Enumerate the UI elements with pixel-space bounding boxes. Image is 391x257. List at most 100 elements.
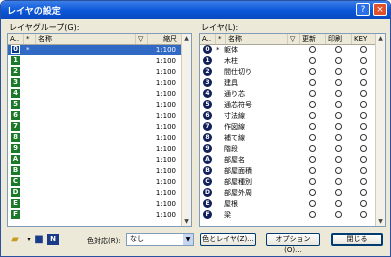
layer-row[interactable]: B 部屋面積	[200, 166, 376, 176]
key-radio[interactable]	[360, 200, 367, 207]
col-index[interactable]: A..	[8, 34, 24, 44]
print-radio[interactable]	[335, 112, 342, 119]
options-button[interactable]: オプション(O)...	[266, 233, 320, 254]
layer-group-row[interactable]: 0 * 1:100	[8, 45, 182, 55]
update-radio[interactable]	[309, 178, 316, 185]
layer-row[interactable]: 6 寸法線	[200, 111, 376, 121]
update-radio[interactable]	[309, 123, 316, 130]
layer-name[interactable]: 間仕切り	[224, 67, 252, 77]
update-radio[interactable]	[309, 101, 316, 108]
col-index[interactable]: A..	[200, 34, 216, 44]
scale-value[interactable]: 1:100	[156, 188, 176, 198]
layer-group-row[interactable]: 7 1:100	[8, 122, 182, 132]
layer-group-row[interactable]: 2 1:100	[8, 67, 182, 77]
scale-value[interactable]: 1:100	[156, 133, 176, 143]
layer-group-row[interactable]: B 1:100	[8, 166, 182, 176]
key-radio[interactable]	[360, 46, 367, 53]
chevron-down-icon[interactable]: ▼	[183, 234, 193, 245]
col-name[interactable]: 名称	[36, 34, 136, 44]
layer-row[interactable]: D 部屋外周	[200, 188, 376, 198]
scale-value[interactable]: 1:100	[156, 45, 176, 55]
update-radio[interactable]	[309, 79, 316, 86]
scale-value[interactable]: 1:100	[156, 210, 176, 220]
layer-group-row[interactable]: 3 1:100	[8, 78, 182, 88]
layer-group-row[interactable]: 9 1:100	[8, 144, 182, 154]
layer-group-row[interactable]: 1 1:100	[8, 56, 182, 66]
update-radio[interactable]	[309, 112, 316, 119]
right-scrollbar[interactable]: ▲ ▼	[375, 34, 385, 226]
layer-row[interactable]: 7 作図線	[200, 122, 376, 132]
layer-list[interactable]: A.. * 名称 ▽ 更新 印刷 KEY 0 * 躯体 1 木柱 2 間仕切り 3 建具 4 通り芯…	[199, 33, 386, 227]
scale-value[interactable]: 1:100	[156, 199, 176, 209]
layer-name[interactable]: 木柱	[224, 56, 238, 66]
layer-group-row[interactable]: 8 1:100	[8, 133, 182, 143]
title-bar[interactable]: レイヤの設定 ? ×	[1, 1, 390, 19]
key-radio[interactable]	[360, 68, 367, 75]
col-star[interactable]: *	[216, 34, 226, 44]
print-radio[interactable]	[335, 156, 342, 163]
print-radio[interactable]	[335, 79, 342, 86]
update-radio[interactable]	[309, 46, 316, 53]
scroll-down-icon[interactable]: ▼	[182, 217, 191, 226]
layer-group-row[interactable]: 4 1:100	[8, 89, 182, 99]
color-mapping-select[interactable]: なし ▼	[126, 233, 194, 246]
help-button[interactable]: ?	[356, 3, 370, 16]
layer-name[interactable]: 作図線	[224, 122, 245, 132]
close-window-button[interactable]: ×	[373, 3, 387, 16]
open-folder-icon[interactable]: ▰	[9, 234, 21, 245]
print-radio[interactable]	[335, 90, 342, 97]
print-radio[interactable]	[335, 68, 342, 75]
key-radio[interactable]	[360, 178, 367, 185]
key-radio[interactable]	[360, 123, 367, 130]
key-radio[interactable]	[360, 90, 367, 97]
print-radio[interactable]	[335, 101, 342, 108]
col-star[interactable]: *	[24, 34, 36, 44]
scale-value[interactable]: 1:100	[156, 78, 176, 88]
scale-value[interactable]: 1:100	[156, 155, 176, 165]
layer-group-row[interactable]: A 1:100	[8, 155, 182, 165]
layer-row[interactable]: F梁	[200, 210, 376, 220]
print-radio[interactable]	[335, 57, 342, 64]
update-radio[interactable]	[309, 68, 316, 75]
layer-name[interactable]: 建具	[224, 78, 238, 88]
layer-row[interactable]: 1 木柱	[200, 56, 376, 66]
layer-row[interactable]: 9 階段	[200, 144, 376, 154]
scroll-up-icon[interactable]: ▲	[376, 34, 385, 43]
save-icon[interactable]: ■	[33, 234, 45, 245]
layer-row[interactable]: A 部屋名	[200, 155, 376, 165]
key-radio[interactable]	[360, 189, 367, 196]
left-scrollbar[interactable]: ▲ ▼	[181, 34, 191, 226]
key-radio[interactable]	[360, 156, 367, 163]
layer-group-row[interactable]: C 1:100	[8, 177, 182, 187]
scale-value[interactable]: 1:100	[156, 67, 176, 77]
print-radio[interactable]	[335, 134, 342, 141]
update-radio[interactable]	[309, 167, 316, 174]
layer-row[interactable]: 2 間仕切り	[200, 67, 376, 77]
layer-group-row[interactable]: E 1:100	[8, 199, 182, 209]
col-sort[interactable]: ▽	[288, 34, 300, 44]
layer-row[interactable]: 5 通芯符号	[200, 100, 376, 110]
layer-name[interactable]: 梁	[224, 210, 231, 220]
key-radio[interactable]	[360, 145, 367, 152]
update-radio[interactable]	[309, 90, 316, 97]
key-radio[interactable]	[360, 101, 367, 108]
update-radio[interactable]	[309, 145, 316, 152]
layer-row[interactable]: 4 通り芯	[200, 89, 376, 99]
layer-name[interactable]: 部屋面積	[224, 166, 252, 176]
col-print[interactable]: 印刷	[326, 34, 352, 44]
layer-group-list[interactable]: A.. * 名称 ▽ 縮尺 0 * 1:100 1 1:100 2 1:100 3 1:100 4…	[7, 33, 192, 227]
color-layer-button[interactable]: 色とレイヤ(Z)...	[200, 233, 256, 246]
print-radio[interactable]	[335, 145, 342, 152]
key-radio[interactable]	[360, 112, 367, 119]
scale-value[interactable]: 1:100	[156, 100, 176, 110]
print-radio[interactable]	[335, 178, 342, 185]
layer-name[interactable]: 寸法線	[224, 111, 245, 121]
scroll-down-icon[interactable]: ▼	[376, 217, 385, 226]
scale-value[interactable]: 1:100	[156, 166, 176, 176]
layer-name[interactable]: 躯体	[224, 45, 238, 55]
layer-row[interactable]: E 屋根	[200, 199, 376, 209]
layer-name[interactable]: 屋根	[224, 199, 238, 209]
update-radio[interactable]	[309, 189, 316, 196]
print-radio[interactable]	[335, 211, 342, 218]
update-radio[interactable]	[309, 57, 316, 64]
